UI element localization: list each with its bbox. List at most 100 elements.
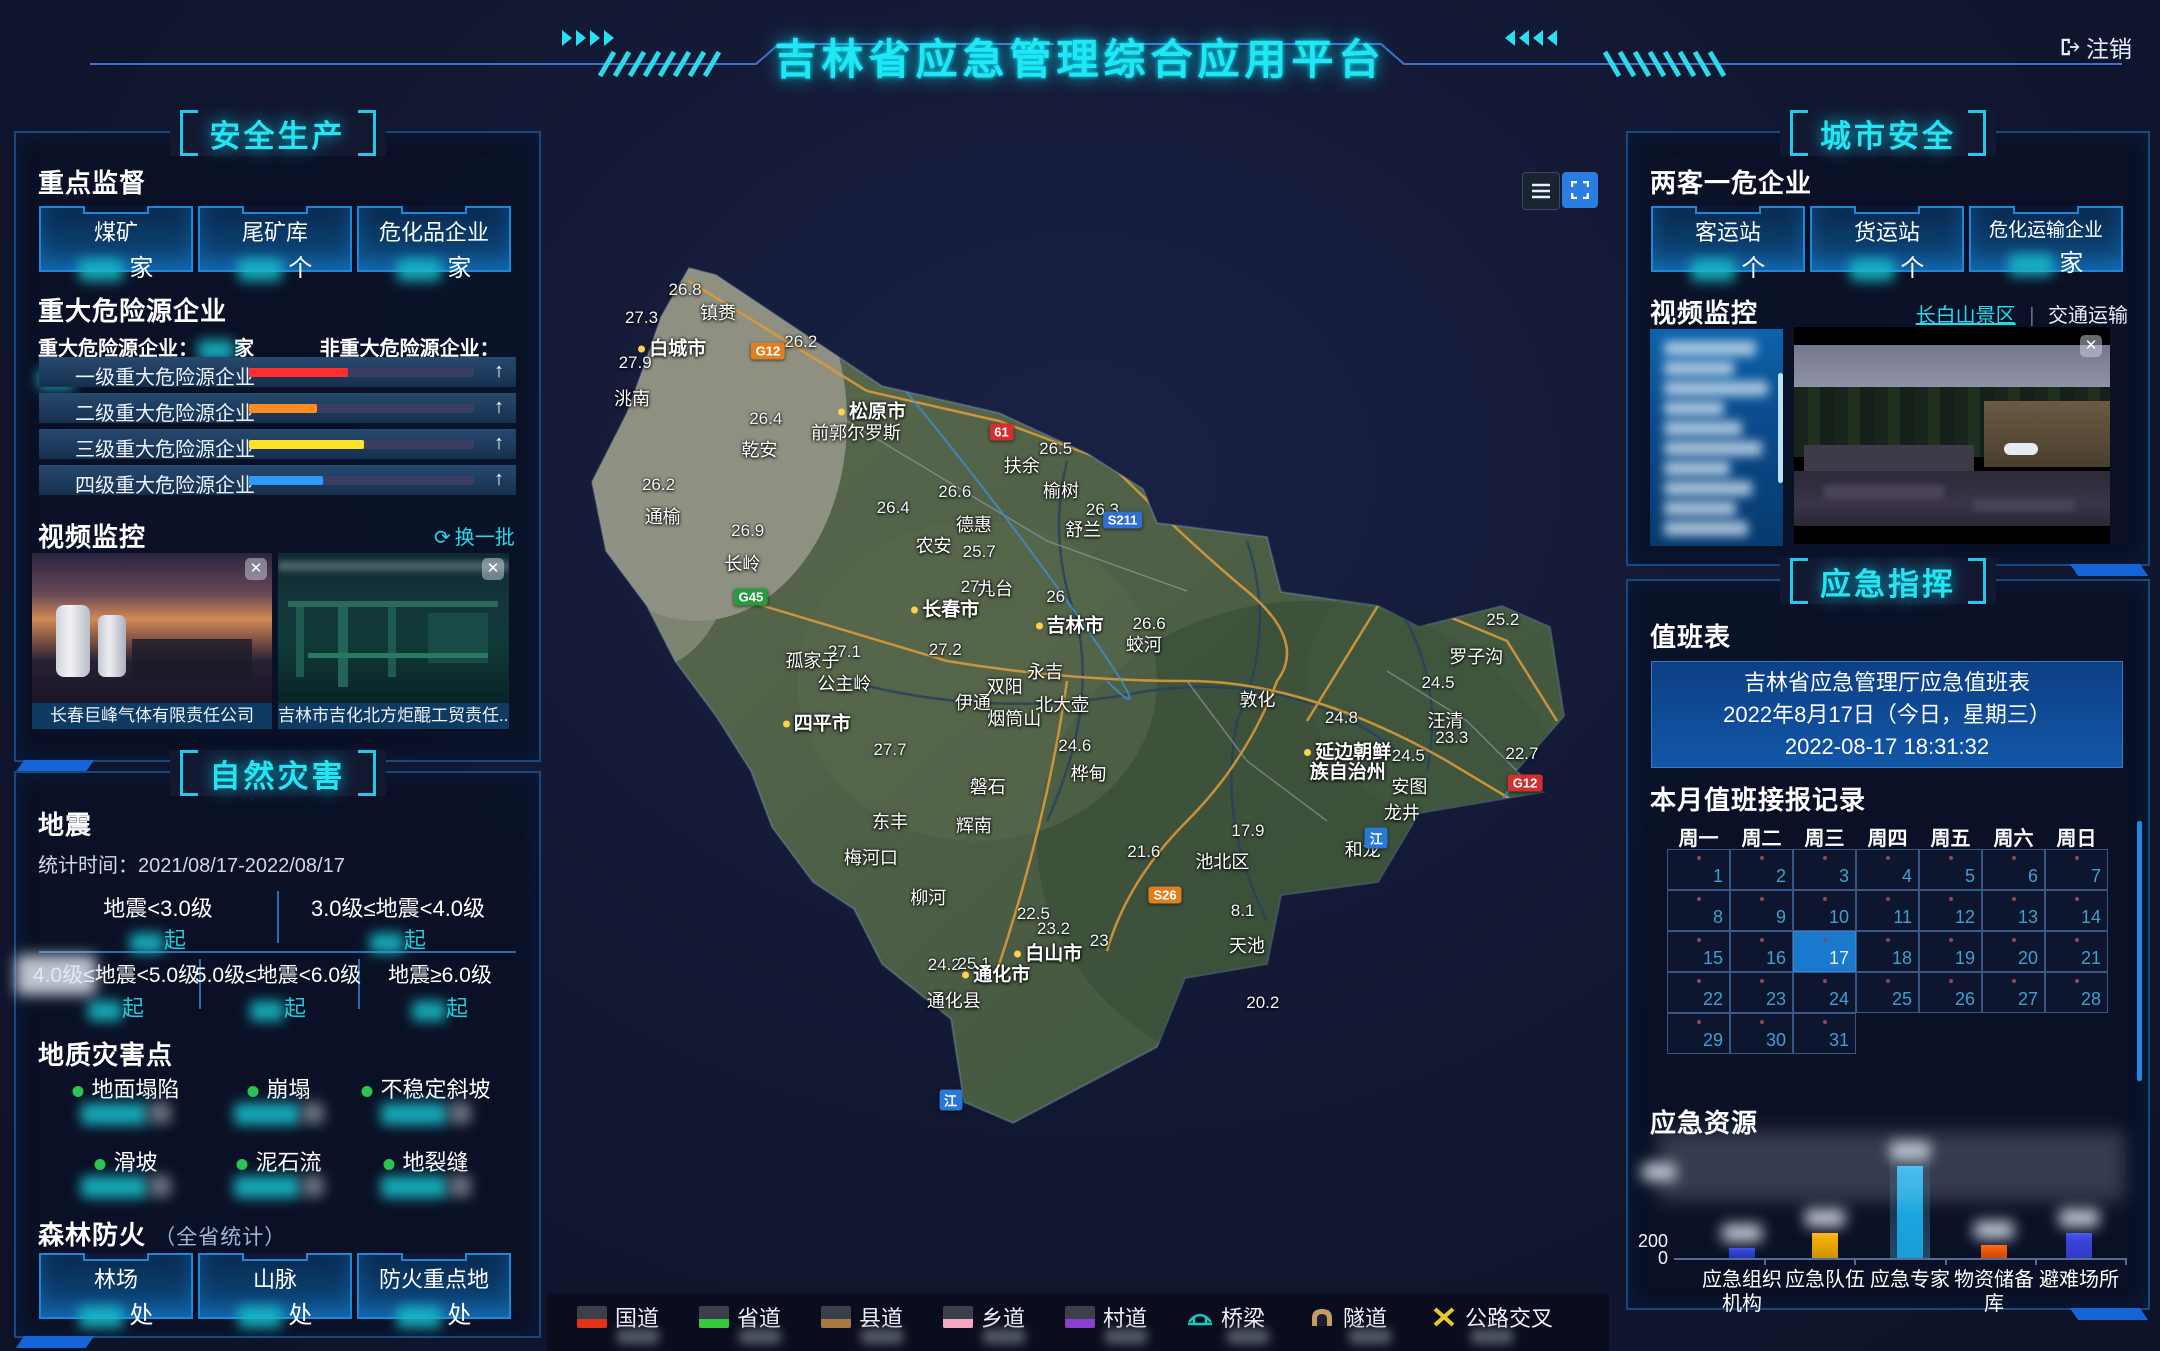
calendar-scrollbar[interactable] bbox=[2137, 821, 2142, 1081]
refresh-batch-button[interactable]: ⟳换一批 bbox=[434, 521, 515, 550]
close-icon[interactable]: ✕ bbox=[482, 558, 504, 580]
calendar-day-cell[interactable]: 15 bbox=[1667, 931, 1730, 972]
map-city-label: 龙井 bbox=[1384, 799, 1420, 825]
camera-list-item[interactable] bbox=[1664, 441, 1762, 456]
refresh-icon: ⟳ bbox=[434, 527, 451, 549]
duty-schedule-box: 吉林省应急管理厅应急值班表 2022年8月17日（今日，星期三） 2022-08… bbox=[1651, 661, 2123, 768]
calendar-day-number: 24 bbox=[1829, 989, 1849, 1010]
calendar-day-cell[interactable]: 25 bbox=[1856, 972, 1919, 1013]
hazard-level-row: 三级重大危险源企业↑ bbox=[39, 429, 516, 459]
map-city-label: 蛟河 bbox=[1126, 631, 1162, 657]
calendar-day-cell[interactable]: 21 bbox=[2045, 931, 2108, 972]
map-layers-button[interactable] bbox=[1522, 172, 1560, 210]
dot-icon bbox=[1949, 938, 1953, 942]
calendar-day-cell[interactable]: 2 bbox=[1730, 849, 1793, 890]
camera-list-item[interactable] bbox=[1664, 421, 1742, 436]
dot-icon bbox=[2075, 938, 2079, 942]
logout-button[interactable]: 注销 bbox=[2058, 30, 2132, 64]
calendar-day-cell[interactable]: 29 bbox=[1667, 1013, 1730, 1054]
map-fullscreen-button[interactable] bbox=[1562, 172, 1598, 208]
calendar-weekday: 周五 bbox=[1931, 822, 1971, 851]
calendar-day-cell[interactable]: 16 bbox=[1730, 931, 1793, 972]
calendar-day-cell[interactable]: 3 bbox=[1793, 849, 1856, 890]
close-icon[interactable]: ✕ bbox=[245, 558, 267, 580]
calendar-day-cell[interactable]: 11 bbox=[1856, 890, 1919, 931]
bar-value-redacted bbox=[1974, 1221, 2014, 1239]
calendar-day-cell[interactable]: 13 bbox=[1982, 890, 2045, 931]
dot-icon bbox=[1760, 1020, 1764, 1024]
city-camera-view[interactable]: ✕ bbox=[1794, 327, 2110, 544]
resource-bar bbox=[1729, 1248, 1755, 1258]
calendar-day-number: 9 bbox=[1776, 907, 1786, 928]
calendar-day-cell[interactable]: 24 bbox=[1793, 972, 1856, 1013]
calendar-day-cell[interactable]: 30 bbox=[1730, 1013, 1793, 1054]
geo-disaster-value bbox=[381, 1102, 471, 1125]
stat-card-尾矿库: 尾矿库 个 bbox=[198, 206, 352, 272]
camera-list-item[interactable] bbox=[1664, 481, 1752, 496]
calendar-day-cell[interactable]: 27 bbox=[1982, 972, 2045, 1013]
stat-card-危化运输企业: 危化运输企业 家 bbox=[1969, 206, 2123, 272]
calendar-day-cell[interactable]: 7 bbox=[2045, 849, 2108, 890]
legend-count-redacted bbox=[617, 1329, 659, 1344]
calendar-day-cell[interactable]: 17 bbox=[1793, 931, 1856, 972]
calendar-day-cell[interactable]: 28 bbox=[2045, 972, 2108, 1013]
camera-list-item[interactable] bbox=[1664, 341, 1756, 356]
link-changbaishan[interactable]: 长白山景区 bbox=[1916, 305, 2016, 327]
calendar-day-number: 16 bbox=[1766, 948, 1786, 969]
panel-title-city: 城市安全 bbox=[1780, 110, 1996, 156]
map-temp-label: 21.6 bbox=[1127, 842, 1160, 862]
stat-card-value: 个 bbox=[1812, 248, 1962, 283]
calendar-day-cell[interactable]: 31 bbox=[1793, 1013, 1856, 1054]
dot-icon bbox=[1949, 897, 1953, 901]
camera-list-scrollbar[interactable] bbox=[1778, 373, 1783, 483]
calendar-day-number: 11 bbox=[1893, 907, 1912, 928]
calendar-day-cell[interactable]: 22 bbox=[1667, 972, 1730, 1013]
close-icon[interactable]: ✕ bbox=[2080, 335, 2102, 357]
dot-icon bbox=[1823, 856, 1827, 860]
camera-caption-2: 吉林市吉化北方炬醌工贸责任... bbox=[278, 703, 509, 729]
camera-list-item[interactable] bbox=[1664, 361, 1734, 376]
calendar-day-cell[interactable]: 4 bbox=[1856, 849, 1919, 890]
calendar-day-cell[interactable]: 26 bbox=[1919, 972, 1982, 1013]
heading-duty-table: 值班表 bbox=[1650, 617, 1731, 654]
stat-card-value: 家 bbox=[1971, 243, 2121, 278]
calendar-day-cell[interactable]: 12 bbox=[1919, 890, 1982, 931]
link-transport[interactable]: 交通运输 bbox=[2048, 305, 2128, 327]
calendar-day-cell[interactable]: 14 bbox=[2045, 890, 2108, 931]
map-temp-label: 8.1 bbox=[1231, 901, 1255, 921]
map-temp-label: 20.2 bbox=[1246, 993, 1279, 1013]
camera-list-item[interactable] bbox=[1664, 501, 1736, 516]
calendar-day-number: 21 bbox=[2081, 948, 2101, 969]
hazard-level-label: 四级重大危险源企业 bbox=[75, 469, 255, 498]
camera-list[interactable] bbox=[1650, 329, 1783, 546]
road-shield-61: 61 bbox=[989, 424, 1013, 441]
camera-thumb-2[interactable]: ✕ bbox=[278, 553, 509, 703]
camera-thumb-1[interactable]: ✕ bbox=[32, 553, 272, 703]
bracket-right-icon bbox=[1968, 558, 1986, 604]
legend-count-redacted bbox=[983, 1329, 1025, 1344]
calendar-day-cell[interactable]: 9 bbox=[1730, 890, 1793, 931]
calendar-day-cell[interactable]: 5 bbox=[1919, 849, 1982, 890]
calendar-day-cell[interactable]: 18 bbox=[1856, 931, 1919, 972]
camera-list-item[interactable] bbox=[1664, 381, 1768, 396]
stat-card-危化品企业: 危化品企业 家 bbox=[357, 206, 511, 272]
up-arrow-icon: ↑ bbox=[494, 360, 504, 383]
dot-icon bbox=[1886, 938, 1890, 942]
camera-list-item[interactable] bbox=[1664, 461, 1730, 476]
map-city-label: 四平市 bbox=[783, 709, 851, 736]
calendar-day-cell[interactable]: 23 bbox=[1730, 972, 1793, 1013]
province-map[interactable]: 26.827.326.227.926.426.526.226.626.326.4… bbox=[547, 121, 1609, 1351]
hazard-level-bar bbox=[249, 404, 317, 413]
calendar-day-cell[interactable]: 1 bbox=[1667, 849, 1730, 890]
camera-list-item[interactable] bbox=[1664, 521, 1748, 536]
calendar-day-cell[interactable]: 19 bbox=[1919, 931, 1982, 972]
calendar-day-cell[interactable]: 6 bbox=[1982, 849, 2045, 890]
calendar-day-cell[interactable]: 10 bbox=[1793, 890, 1856, 931]
calendar-day-cell[interactable]: 20 bbox=[1982, 931, 2045, 972]
panel-safety-production: 安全生产 重点监督 煤矿 家尾矿库 个危化品企业 家 重大危险源企业 重大危险源… bbox=[14, 131, 541, 762]
map-city-label: 镇赉 bbox=[700, 299, 736, 325]
calendar-day-cell[interactable]: 8 bbox=[1667, 890, 1730, 931]
logout-label: 注销 bbox=[2086, 30, 2132, 64]
camera-list-item[interactable] bbox=[1664, 401, 1724, 416]
calendar-day-number: 2 bbox=[1776, 866, 1786, 887]
